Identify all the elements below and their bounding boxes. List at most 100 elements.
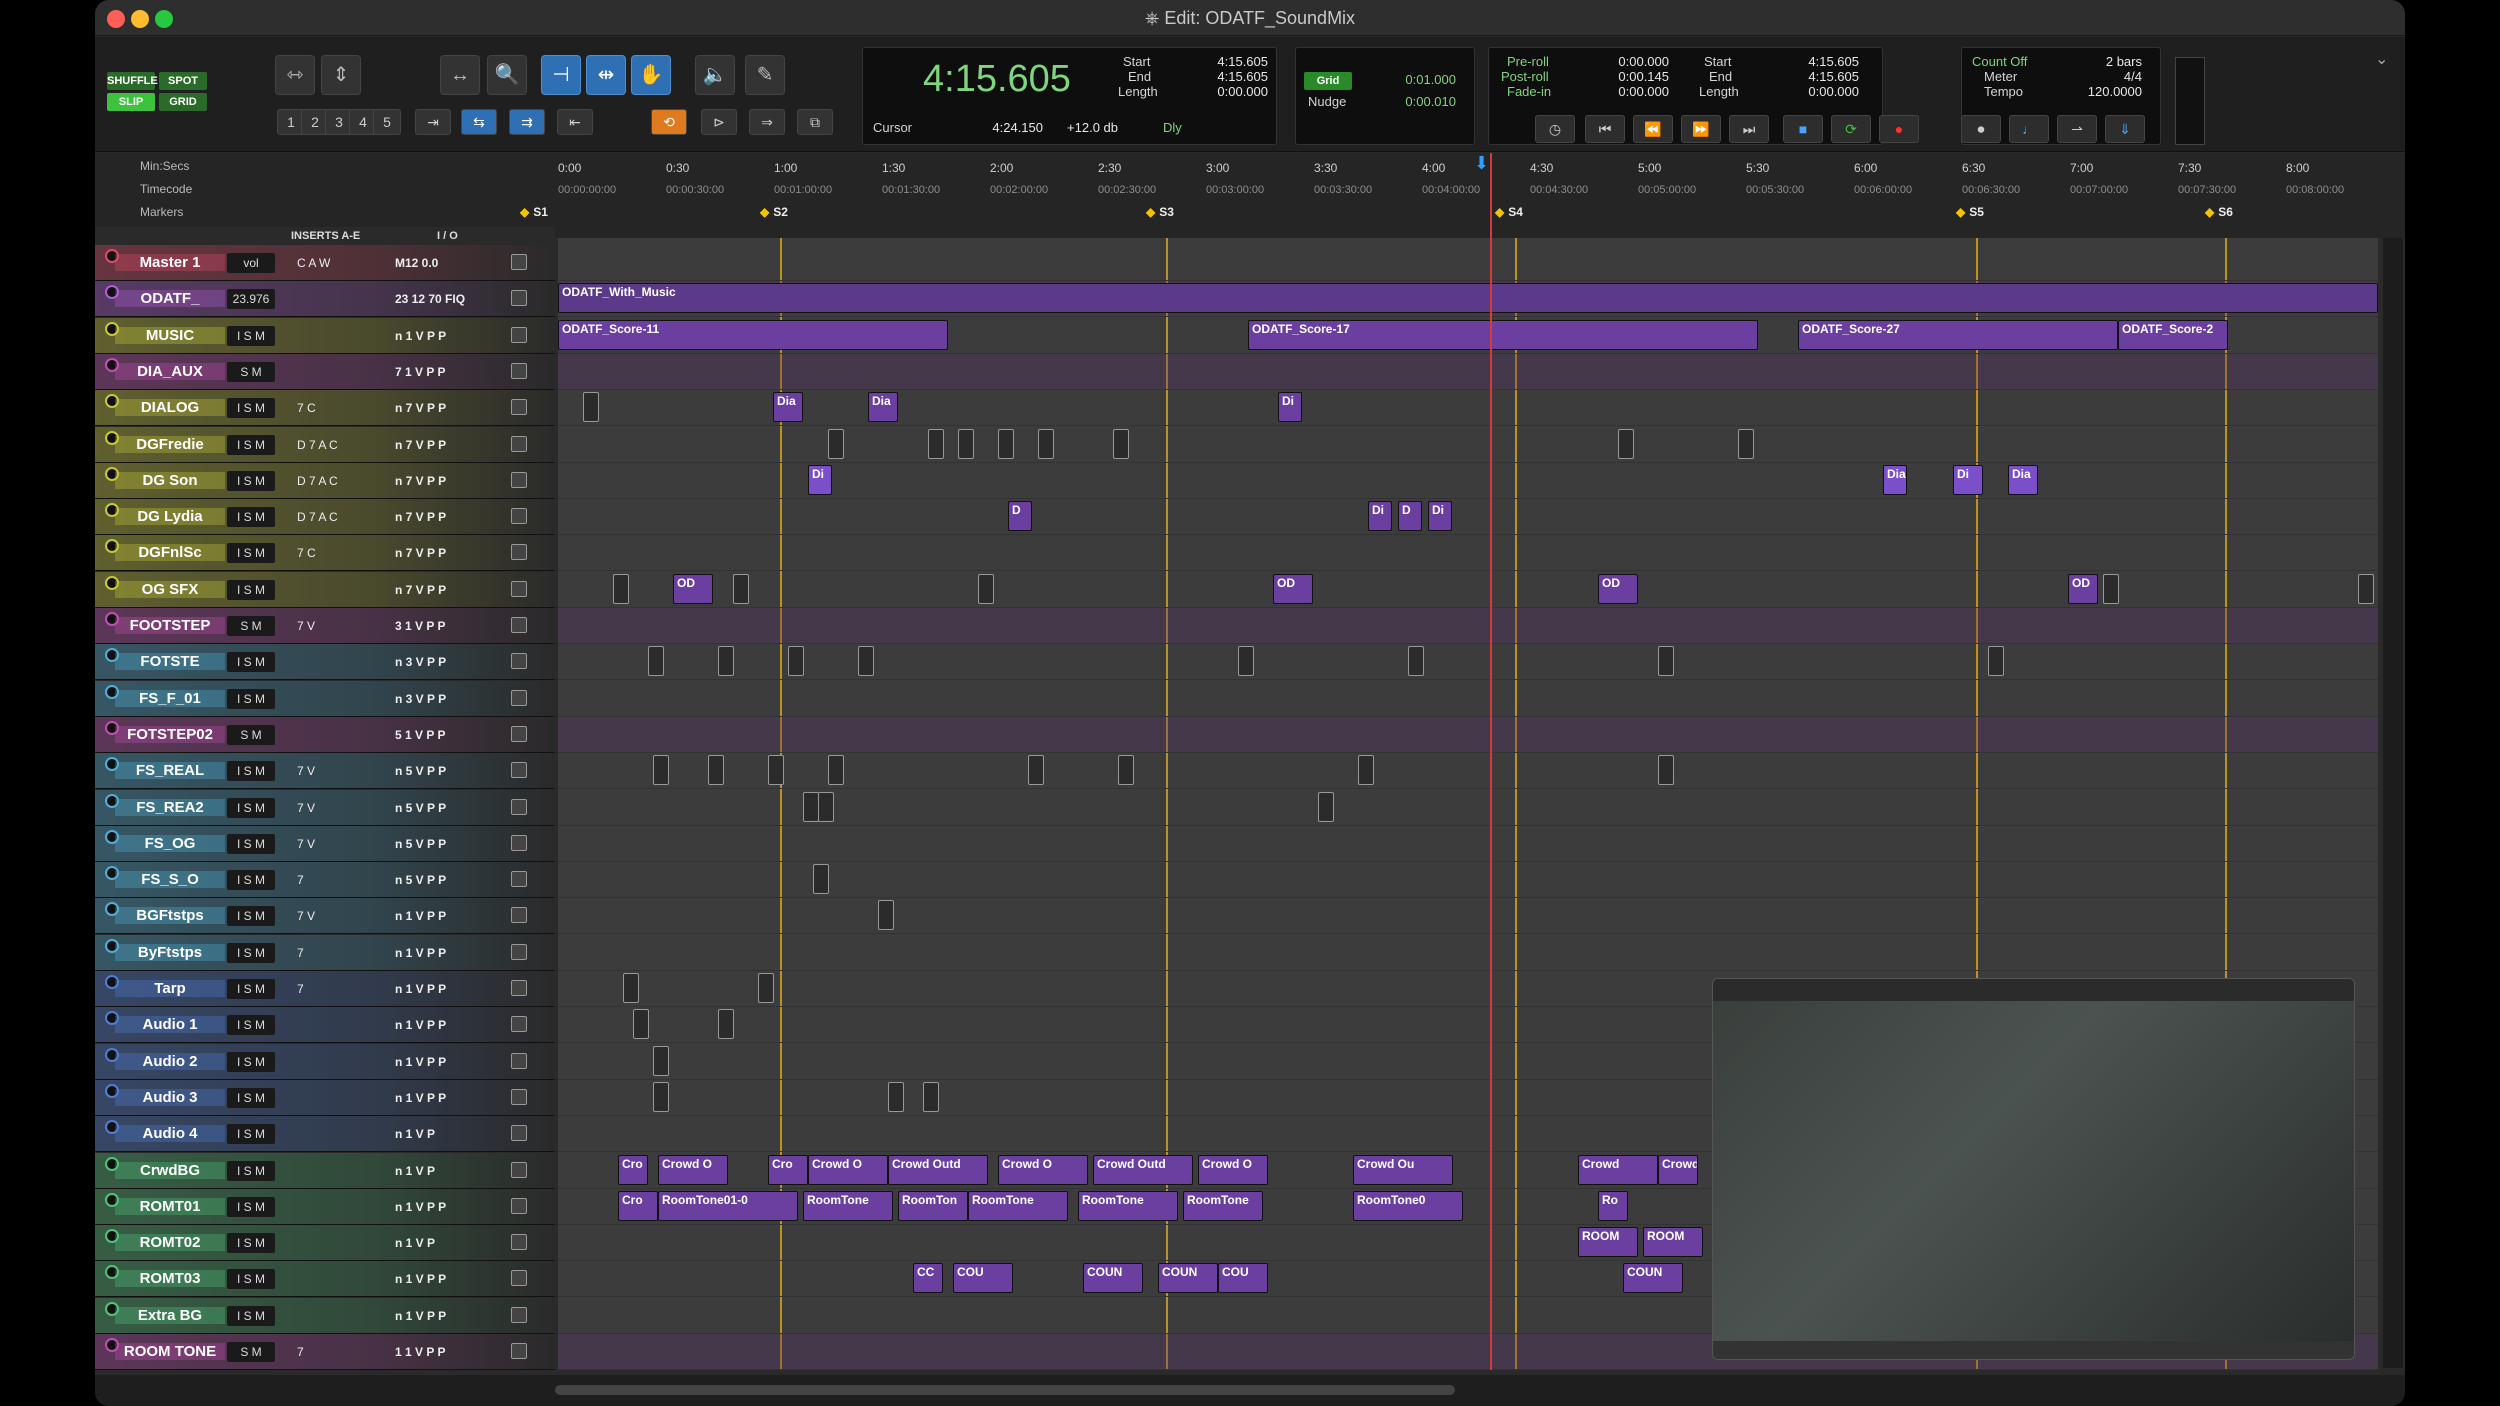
track-record-button[interactable] — [511, 580, 527, 597]
marker-s3[interactable]: S3 — [1146, 205, 1174, 219]
track-lane[interactable] — [558, 935, 2378, 971]
track-name[interactable]: Audio 2 — [115, 1052, 225, 1070]
marker-s6[interactable]: S6 — [2205, 205, 2233, 219]
toolbar-menu-icon[interactable]: ⌄ — [2375, 49, 2388, 69]
track-record-button[interactable] — [511, 1343, 527, 1359]
loop-edit-icon[interactable]: ⟲ — [651, 109, 687, 135]
track-solo-mute[interactable]: I S M — [227, 1124, 275, 1145]
audio-clip[interactable]: D — [1008, 501, 1032, 532]
track-solo-mute[interactable]: I S M — [227, 870, 275, 891]
track-header[interactable]: BGFtstps I S M 7 V n 1 V P P — [95, 898, 555, 935]
audio-clip[interactable] — [1118, 755, 1134, 786]
track-io[interactable]: n 7 V P P — [395, 580, 501, 600]
track-record-button[interactable] — [511, 435, 527, 452]
track-solo-mute[interactable]: I S M — [227, 543, 275, 564]
horizontal-scrollbar[interactable] — [95, 1375, 2405, 1406]
audio-clip[interactable]: Cro — [618, 1190, 658, 1221]
track-header[interactable]: DG Lydia I S M D 7 A C n 7 V P P — [95, 499, 555, 536]
start-value[interactable]: 4:15.605 — [1168, 54, 1268, 69]
track-inserts[interactable]: 7 C — [293, 398, 353, 418]
track-io[interactable]: n 5 V P P — [395, 834, 501, 854]
audio-clip[interactable]: Crowd — [1658, 1154, 1698, 1185]
track-record-button[interactable] — [511, 399, 527, 416]
spot-mode-button[interactable]: SPOT — [159, 72, 207, 90]
track-inserts[interactable]: 7 V — [293, 906, 353, 926]
audio-clip[interactable] — [2358, 573, 2374, 604]
track-io[interactable]: n 7 V P P — [395, 471, 501, 491]
audio-clip[interactable]: Dia — [1883, 464, 1907, 495]
track-record-button[interactable] — [511, 290, 527, 307]
track-solo-mute[interactable]: I S M — [227, 1196, 275, 1217]
track-io[interactable]: n 3 V P P — [395, 689, 501, 709]
audio-clip[interactable]: Dia — [773, 392, 803, 423]
audio-clip[interactable] — [998, 428, 1014, 459]
audio-clip[interactable] — [803, 791, 819, 822]
track-io[interactable]: n 7 V P P — [395, 398, 501, 418]
audio-clip[interactable]: RoomTone0 — [1353, 1190, 1463, 1221]
track-name[interactable]: DIA_AUX — [115, 362, 225, 380]
track-header[interactable]: DGFnlSc I S M 7 C n 7 V P P — [95, 535, 555, 572]
grid-label[interactable]: Grid — [1304, 72, 1352, 90]
track-inserts[interactable]: D 7 A C — [293, 507, 353, 527]
automation-follows-icon[interactable]: ⇒ — [749, 109, 785, 135]
vertical-scrollbar[interactable] — [2383, 238, 2403, 1368]
track-inserts[interactable]: 7 — [293, 979, 353, 999]
track-header[interactable]: DIALOG I S M 7 C n 7 V P P — [95, 390, 555, 427]
track-header[interactable]: OG SFX I S M n 7 V P P — [95, 571, 555, 608]
track-io[interactable]: n 1 V P P — [395, 1269, 501, 1289]
video-window[interactable] — [1712, 978, 2355, 1360]
track-lane[interactable] — [558, 898, 2378, 935]
track-record-button[interactable] — [511, 362, 527, 379]
link-track-icon[interactable]: ⇉ — [509, 109, 545, 135]
audio-clip[interactable]: RoomTone01-0 — [658, 1190, 798, 1221]
fadein-label[interactable]: Fade-in — [1507, 84, 1551, 99]
audio-clip[interactable] — [623, 973, 639, 1003]
track-name[interactable]: OG SFX — [115, 580, 225, 598]
pr-length-value[interactable]: 0:00.000 — [1759, 84, 1859, 99]
track-inserts[interactable] — [293, 1015, 353, 1035]
audio-clip[interactable] — [733, 573, 749, 604]
track-name[interactable]: Audio 3 — [115, 1088, 225, 1106]
audio-clip[interactable]: Crowd Outd — [1093, 1154, 1193, 1185]
track-lane[interactable] — [558, 608, 2378, 644]
track-record-button[interactable] — [511, 1088, 527, 1105]
audio-clip[interactable]: Crowd Outd — [888, 1154, 988, 1185]
track-inserts[interactable] — [293, 580, 353, 600]
track-solo-mute[interactable]: I S M — [227, 833, 275, 854]
track-inserts[interactable]: 7 C — [293, 543, 353, 563]
track-record-button[interactable] — [511, 871, 527, 888]
return-to-zero-icon[interactable]: ⏮ — [1585, 115, 1625, 143]
track-record-button[interactable] — [511, 725, 527, 742]
audio-clip[interactable]: ODATF_With_Music — [558, 283, 2378, 314]
track-name[interactable]: FS_REAL — [115, 762, 225, 780]
track-solo-mute[interactable]: I S M — [227, 1233, 275, 1254]
track-header[interactable]: ROOM TONE S M 7 1 1 V P P — [95, 1334, 555, 1370]
audio-clip[interactable] — [718, 646, 734, 677]
audio-clip[interactable]: CC — [913, 1263, 943, 1294]
track-io[interactable]: n 5 V P P — [395, 798, 501, 818]
zoom-preset-5[interactable]: 5 — [373, 109, 401, 135]
track-lane[interactable] — [558, 681, 2378, 717]
link-timeline-icon[interactable]: ⇆ — [461, 109, 497, 135]
track-inserts[interactable]: D 7 A C — [293, 471, 353, 491]
track-record-button[interactable] — [511, 617, 527, 633]
countoff-value[interactable]: 2 bars — [2062, 54, 2142, 69]
pr-start-value[interactable]: 4:15.605 — [1759, 54, 1859, 69]
audio-clip[interactable] — [653, 755, 669, 786]
audio-clip[interactable] — [1618, 428, 1634, 459]
track-solo-mute[interactable]: I S M — [227, 761, 275, 782]
scrubber-tool-icon[interactable]: 🔈 — [695, 55, 735, 95]
track-lane[interactable] — [558, 535, 2378, 572]
shuffle-mode-button[interactable]: SHUFFLE — [107, 72, 158, 90]
track-name[interactable]: ODATF_ — [115, 290, 225, 308]
track-header[interactable]: FOTSTEP02 S M 5 1 V P P — [95, 716, 555, 753]
go-to-end-icon[interactable]: ⏭ — [1729, 115, 1769, 143]
track-name[interactable]: DG Son — [115, 471, 225, 489]
trim-tool-icon[interactable]: ⊣ — [541, 55, 581, 95]
track-lane[interactable] — [558, 826, 2378, 862]
track-header[interactable]: ROMT03 I S M n 1 V P P — [95, 1261, 555, 1298]
zoomer-tool-icon[interactable]: ↔ — [440, 55, 480, 95]
audio-clip[interactable] — [813, 864, 829, 895]
track-io[interactable]: n 7 V P P — [395, 507, 501, 527]
track-lane[interactable] — [558, 353, 2378, 390]
